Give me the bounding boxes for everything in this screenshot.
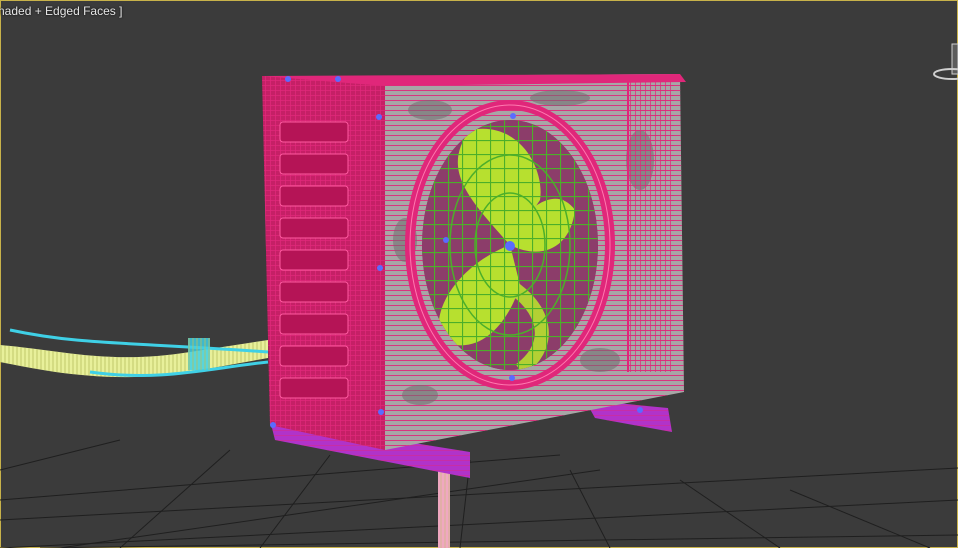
viewport-shading-label[interactable]: naded + Edged Faces ] xyxy=(0,4,122,18)
fan-assembly xyxy=(405,100,615,390)
refrigerant-hose xyxy=(0,328,269,378)
ac-unit-side-panel xyxy=(262,76,385,450)
drain-pipe xyxy=(438,470,450,548)
scene-canvas[interactable] xyxy=(0,0,958,548)
ground-grid xyxy=(0,439,958,548)
fan-hub xyxy=(505,241,515,251)
3d-viewport[interactable]: naded + Edged Faces ] xyxy=(0,0,958,548)
viewcube-icon[interactable] xyxy=(932,40,958,86)
